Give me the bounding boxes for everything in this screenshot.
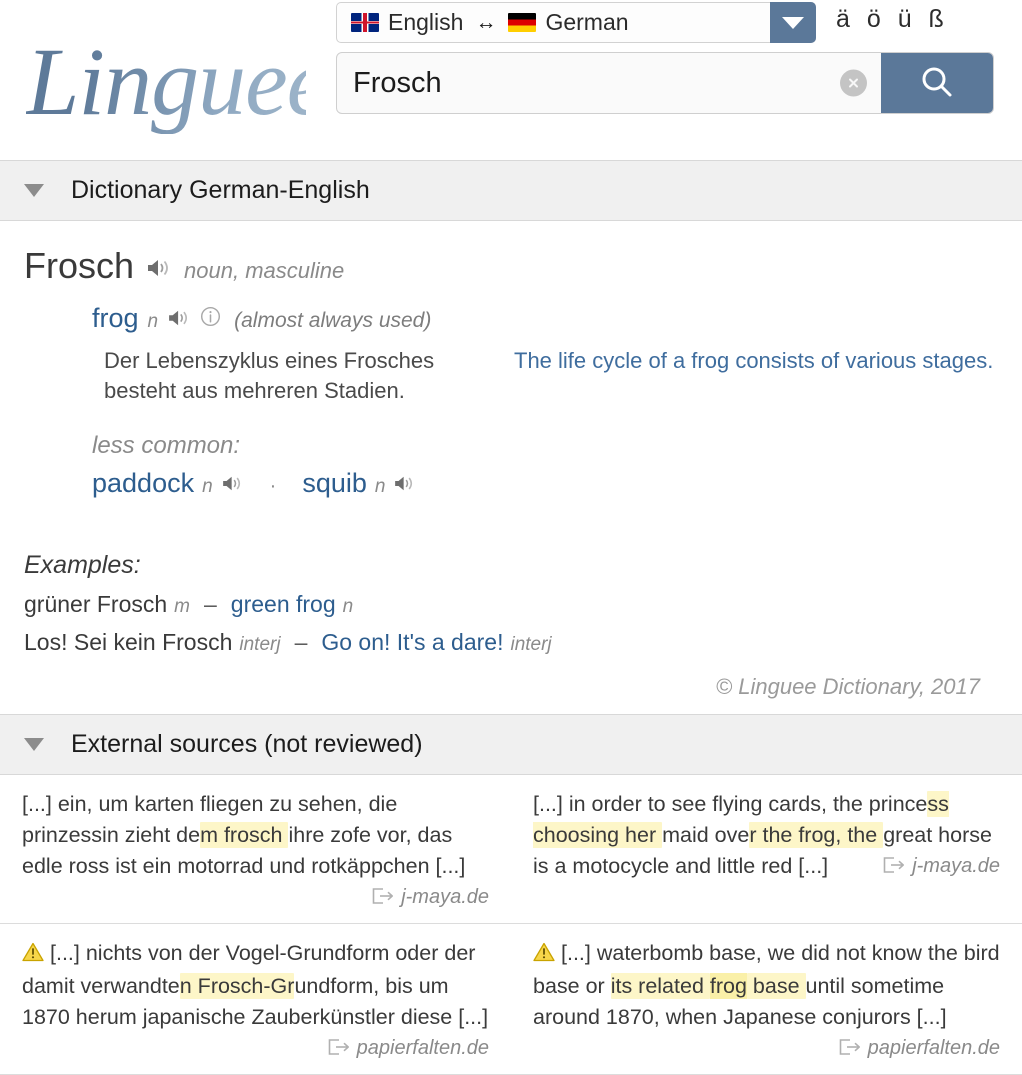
external-link-icon[interactable] — [839, 1033, 861, 1064]
example-1-target[interactable]: green frog — [231, 591, 336, 618]
translation-word[interactable]: frog — [92, 303, 139, 334]
source-attribution[interactable]: j-maya.de — [883, 851, 1000, 882]
external-link-icon[interactable] — [372, 882, 394, 913]
flag-de-icon — [508, 13, 537, 32]
example-2-target[interactable]: Go on! It's a dare! — [321, 629, 503, 656]
warning-triangle-icon — [533, 940, 555, 971]
info-circle-icon[interactable] — [200, 306, 221, 332]
source-site-name[interactable]: papierfalten.de — [868, 1033, 1000, 1064]
language-pair-selector[interactable]: English ↔ German — [336, 2, 816, 43]
example-1-target-gram: n — [342, 596, 354, 617]
less-common-gram-squib: n — [374, 476, 386, 497]
dictionary-body: Frosch noun, masculine frog n (almost al… — [0, 221, 1022, 714]
source-attribution[interactable]: papierfalten.de — [328, 1033, 489, 1064]
headword-row: Frosch noun, masculine — [24, 245, 998, 287]
search-term-highlight: m frosch — [200, 822, 289, 848]
source-site-name[interactable]: papierfalten.de — [357, 1033, 489, 1064]
search-term-highlight-strong: frog — [709, 973, 747, 999]
example-1-source: grüner Frosch — [24, 591, 168, 617]
warning-triangle-icon — [22, 940, 44, 971]
search-term-highlight: ss choosing her — [533, 791, 949, 848]
chevron-down-icon — [782, 16, 804, 29]
less-common-row: paddock n · squib n — [24, 468, 998, 499]
example-source-sentence: Der Lebenszyklus eines Frosches besteht … — [104, 348, 435, 403]
search-bar — [336, 52, 994, 114]
external-sources-section-title: External sources (not reviewed) — [71, 730, 423, 758]
external-link-icon[interactable] — [328, 1033, 350, 1064]
dictionary-section-title: Dictionary German-English — [71, 176, 370, 204]
less-common-label: less common: — [92, 432, 241, 459]
primary-translation-block: frog n (almost always used) — [24, 303, 998, 334]
external-source-row: [...] ein, um karten fliegen zu sehen, d… — [0, 775, 1022, 924]
less-common-separator: · — [269, 475, 277, 497]
speaker-icon[interactable] — [221, 475, 244, 497]
external-sources-section-header[interactable]: External sources (not reviewed) — [0, 714, 1022, 775]
example-line-1: grüner Frosch m – green frog n — [24, 591, 998, 618]
flag-gb-icon — [351, 13, 379, 32]
special-characters-bar[interactable]: ä ö ü ß — [836, 5, 949, 34]
search-submit-button[interactable] — [881, 53, 993, 113]
example-2-dash: – — [294, 629, 308, 655]
search-input[interactable] — [337, 53, 881, 113]
clear-x-icon[interactable] — [840, 69, 867, 97]
less-common-word-squib[interactable]: squib — [302, 468, 367, 499]
linguee-logo[interactable]: Linguee — [26, 30, 329, 134]
magnifier-icon — [922, 67, 952, 97]
dictionary-section-header[interactable]: Dictionary German-English — [0, 160, 1022, 221]
example-line-2: Los! Sei kein Frosch interj – Go on! It'… — [24, 629, 998, 656]
example-1-source-gram: m — [174, 596, 190, 617]
less-common-word-paddock[interactable]: paddock — [92, 468, 194, 499]
source-language-label: English — [388, 9, 464, 35]
example-1-dash: – — [204, 591, 217, 617]
language-dropdown-button[interactable] — [770, 2, 816, 43]
copyright-notice: © Linguee Dictionary, 2017 — [715, 674, 980, 699]
external-source-target-text: [...] in order to see flying cards, the … — [511, 789, 1022, 913]
source-site-name[interactable]: j-maya.de — [912, 851, 1000, 882]
search-term-highlight: base — [746, 973, 806, 999]
search-term-highlight: its related — [610, 973, 710, 999]
source-site-name[interactable]: j-maya.de — [401, 882, 489, 913]
external-link-icon[interactable] — [883, 851, 905, 882]
source-attribution[interactable]: j-maya.de — [372, 882, 489, 913]
speaker-icon[interactable] — [146, 258, 172, 283]
search-term-highlight: n Frosch-Gr — [179, 973, 295, 999]
search-term-highlight: r the frog, the — [749, 822, 884, 848]
headword: Frosch — [24, 245, 135, 286]
triangle-down-icon — [24, 738, 44, 751]
examples-heading: Examples: — [24, 551, 141, 579]
external-source-target-text: [...] waterbomb base, we did not know th… — [511, 938, 1022, 1064]
external-source-row: [...] nichts von der Vogel-Grundform ode… — [0, 924, 1022, 1075]
translation-gram: n — [147, 311, 159, 332]
page-header: Linguee English ↔ German ä ö ü ß — [0, 0, 1022, 160]
source-attribution[interactable]: papierfalten.de — [839, 1033, 1000, 1064]
external-sources-table: [...] ein, um karten fliegen zu sehen, d… — [0, 775, 1022, 1075]
speaker-icon[interactable] — [393, 475, 416, 497]
less-common-gram-paddock: n — [202, 476, 213, 497]
swap-languages-icon[interactable]: ↔ — [472, 12, 499, 33]
example-2-source: Los! Sei kein Frosch — [24, 629, 233, 655]
translation-row: frog n (almost always used) — [92, 303, 998, 334]
part-of-speech: noun, masculine — [184, 258, 345, 283]
usage-note: (almost always used) — [234, 309, 432, 332]
example-target-sentence[interactable]: The life cycle of a frog consists of var… — [514, 346, 998, 406]
target-language-label: German — [545, 9, 629, 35]
external-source-source-text: [...] nichts von der Vogel-Grundform ode… — [0, 938, 511, 1064]
external-source-source-text: [...] ein, um karten fliegen zu sehen, d… — [0, 789, 511, 913]
example-2-source-gram: interj — [239, 634, 281, 655]
triangle-down-icon — [24, 184, 44, 197]
example-2-target-gram: interj — [510, 634, 552, 655]
speaker-icon[interactable] — [167, 309, 191, 332]
translation-example-pair: Der Lebenszyklus eines Frosches besteht … — [24, 346, 998, 406]
